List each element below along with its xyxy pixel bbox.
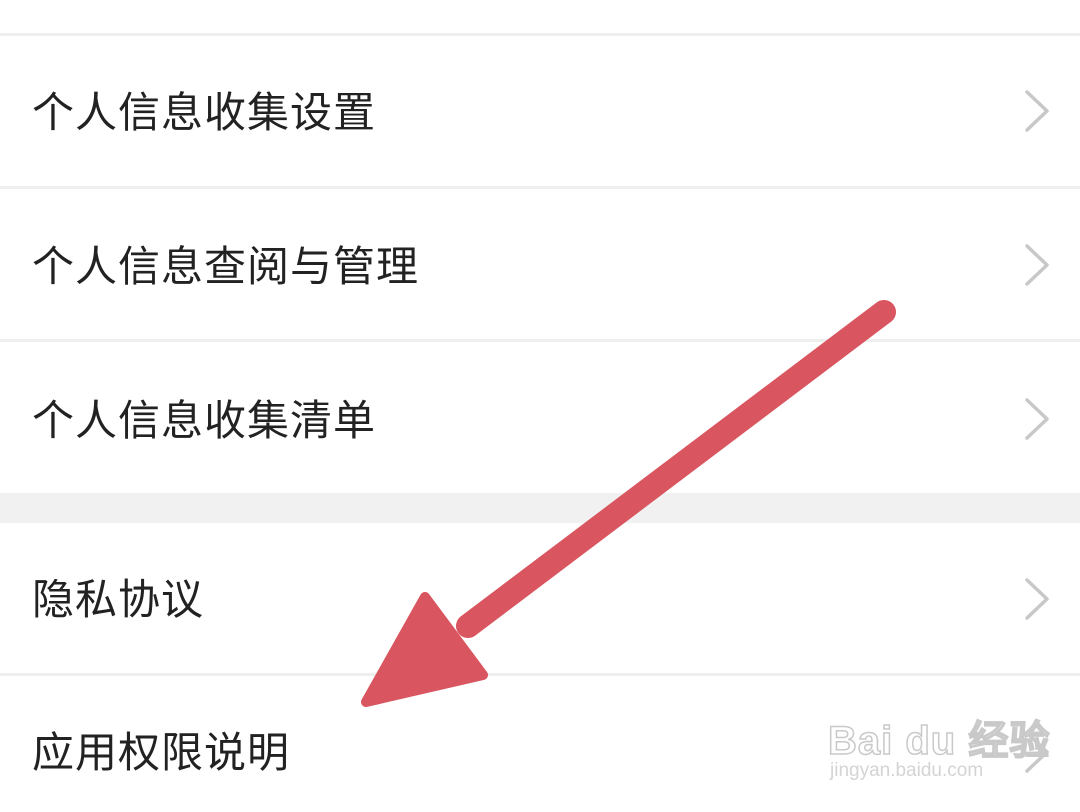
chevron-right-icon	[1025, 244, 1049, 286]
settings-item-personal-info-collection-settings[interactable]: 个人信息收集设置	[0, 36, 1080, 186]
chevron-right-icon	[1025, 731, 1049, 773]
section-separator	[0, 493, 1080, 523]
settings-item-privacy-agreement[interactable]: 隐私协议	[0, 523, 1080, 673]
chevron-right-icon	[1025, 578, 1049, 620]
settings-item-label: 隐私协议	[32, 575, 205, 624]
settings-item-app-permissions[interactable]: 应用权限说明	[0, 676, 1080, 812]
settings-item-label: 个人信息查阅与管理	[32, 242, 420, 291]
privacy-settings-screen: 个人信息收集设置 个人信息查阅与管理 个人信息收集清单 隐私协议 应用权限说明	[0, 0, 1080, 812]
chevron-right-icon	[1025, 398, 1049, 440]
settings-item-personal-info-view-manage[interactable]: 个人信息查阅与管理	[0, 189, 1080, 339]
chevron-right-icon	[1025, 90, 1049, 132]
settings-item-personal-info-collection-list[interactable]: 个人信息收集清单	[0, 342, 1080, 493]
settings-item-label: 个人信息收集清单	[32, 396, 377, 445]
settings-item-label: 应用权限说明	[32, 728, 291, 777]
settings-item-label: 个人信息收集设置	[32, 88, 377, 137]
